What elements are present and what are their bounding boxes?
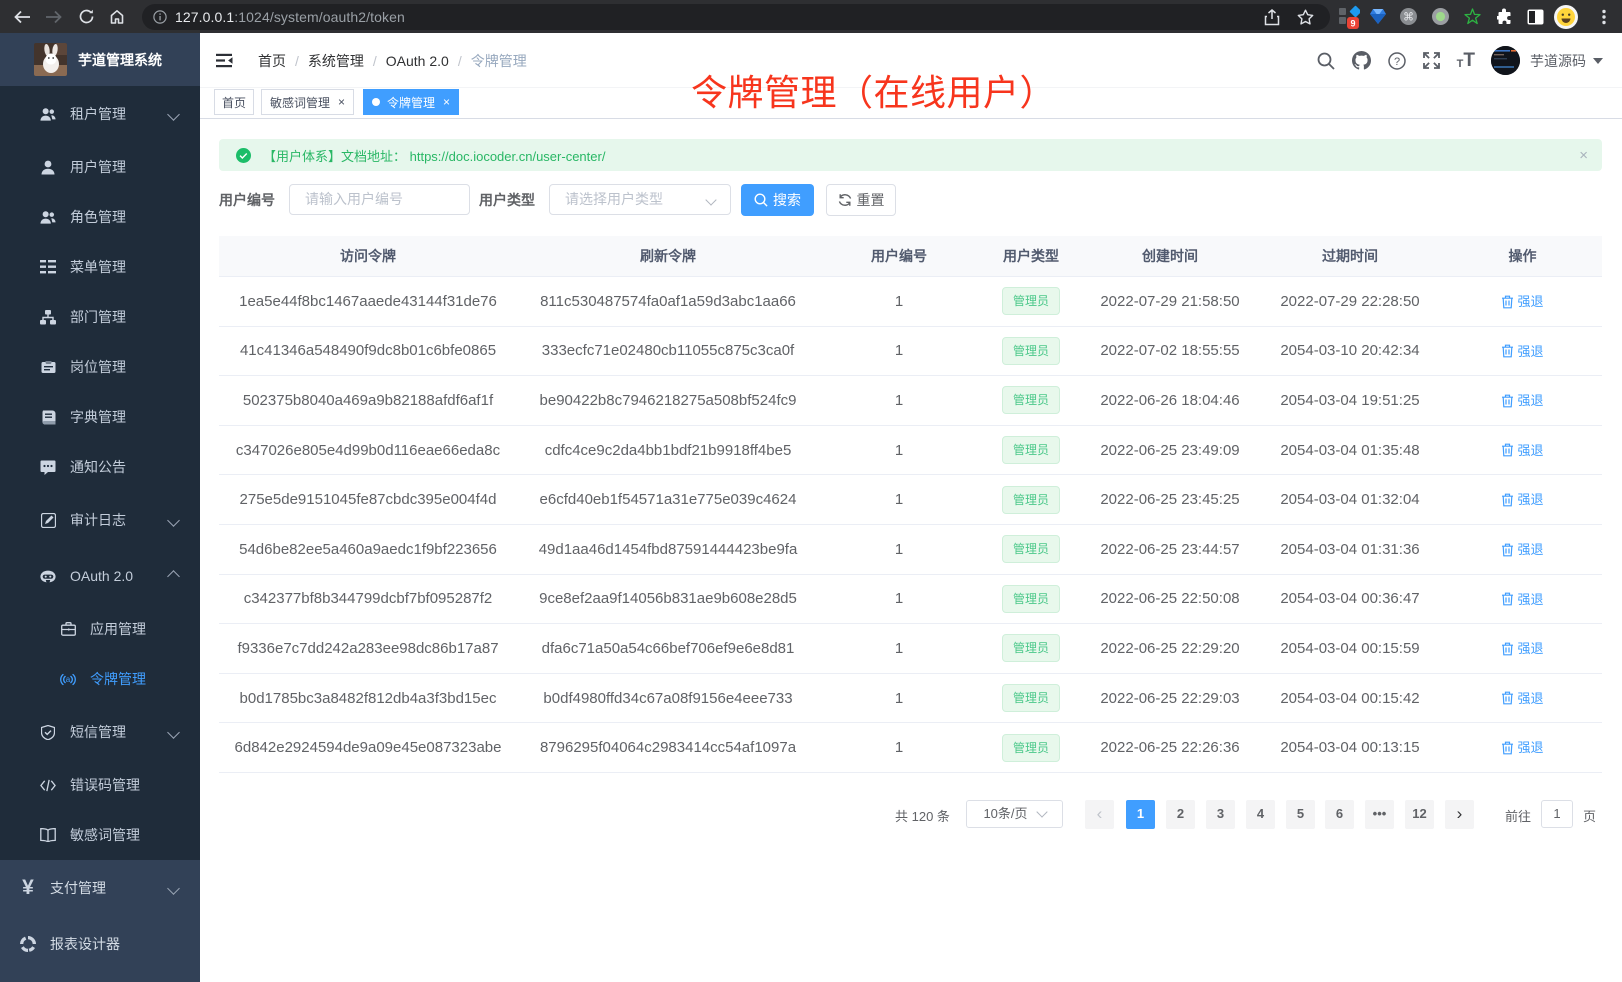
svg-text:⌘: ⌘: [1403, 11, 1414, 23]
svg-text:?: ?: [1394, 56, 1400, 68]
svg-text:a: a: [66, 675, 71, 684]
svg-text:9: 9: [1350, 18, 1355, 28]
